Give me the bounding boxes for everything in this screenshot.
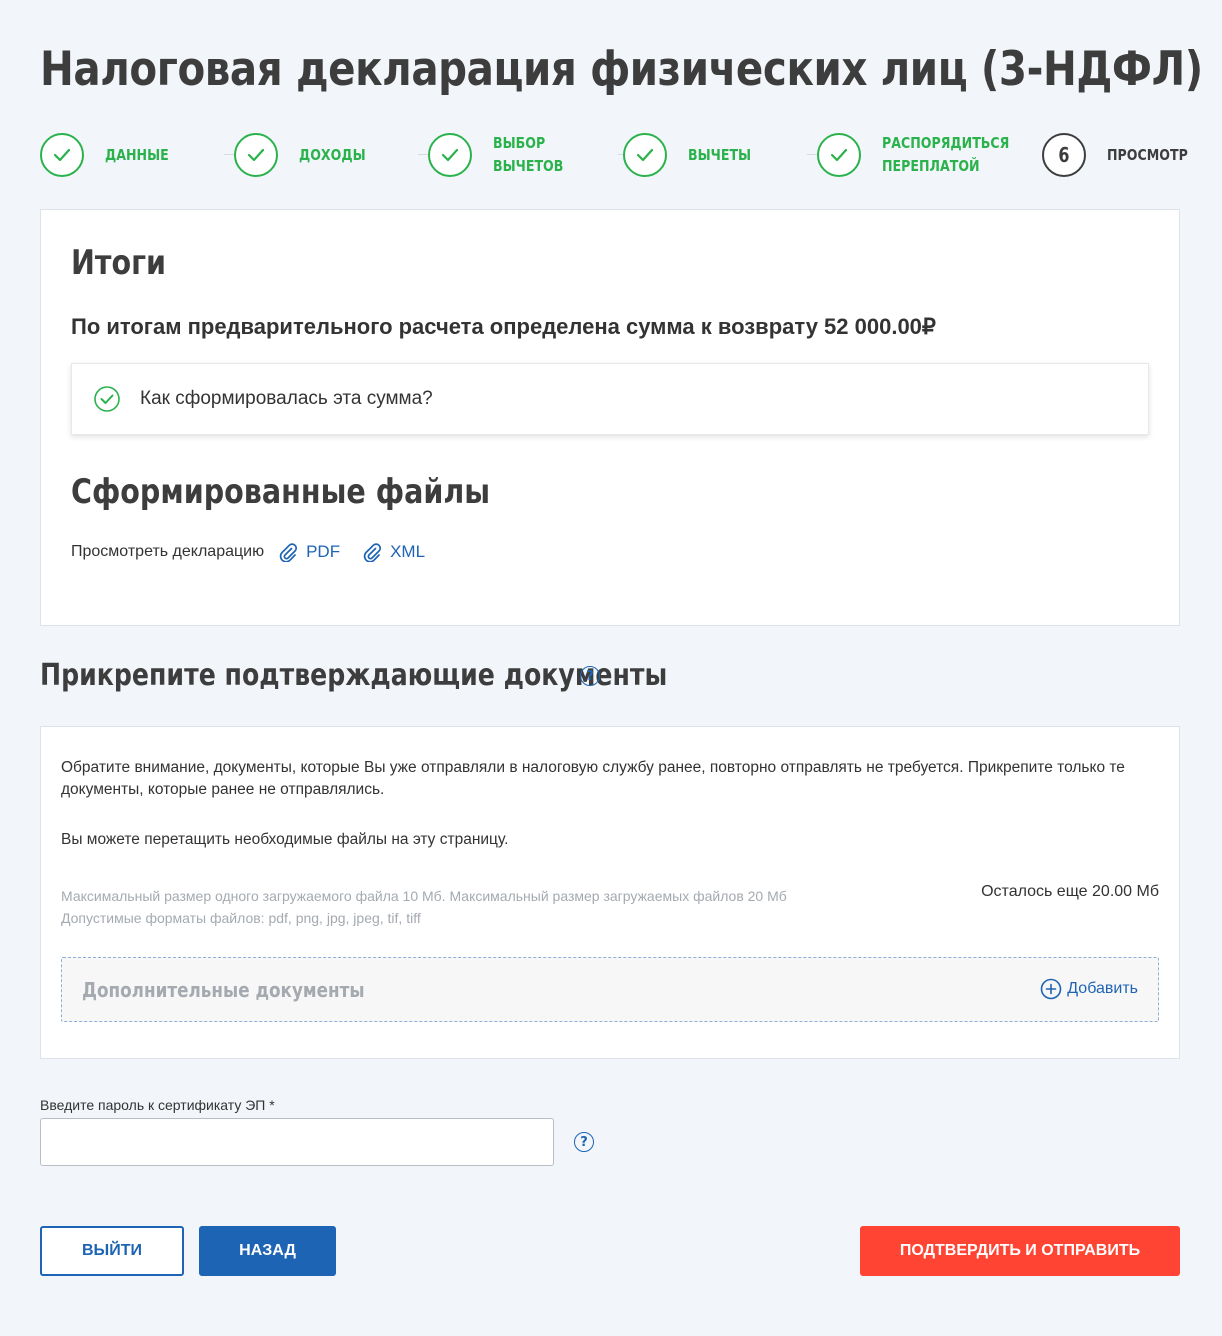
refund-summary: По итогам предварительного расчета опред… (71, 314, 936, 339)
step-number-badge: 6 (1042, 133, 1086, 177)
step-label: Просмотр (1107, 145, 1188, 164)
back-button[interactable]: Назад (199, 1226, 336, 1276)
summary-title: Итоги (71, 243, 167, 283)
page-title: Налоговая декларация физических лиц (3-Н… (40, 42, 1203, 97)
add-label: Добавить (1067, 980, 1138, 997)
add-document-button[interactable]: Добавить (1040, 978, 1138, 1000)
plus-circle-icon (1040, 978, 1062, 1000)
remaining-space: Осталось еще 20.00 Мб (981, 883, 1159, 900)
limit-formats-text: Допустимые форматы файлов: pdf, png, jpg… (61, 910, 421, 926)
attach-notice: Обратите внимание, документы, которые Вы… (61, 759, 1125, 798)
step-number: 6 (1058, 143, 1070, 167)
question-circle-icon[interactable]: ? (580, 666, 600, 686)
attach-card: Обратите внимание, документы, которые Вы… (40, 726, 1180, 1059)
step-income[interactable]: Доходы (234, 130, 419, 180)
certificate-password-input[interactable] (40, 1118, 554, 1166)
xml-link[interactable]: XML (362, 542, 425, 562)
accordion-label: Как сформировалась эта сумма? (140, 388, 433, 409)
check-circle-icon (94, 386, 120, 412)
xml-link-label: XML (390, 542, 426, 561)
step-label: Вычеты (688, 145, 752, 164)
question-circle-icon[interactable]: ? (574, 1132, 594, 1152)
paperclip-icon (363, 543, 382, 562)
step-label: Доходы (299, 145, 366, 164)
pdf-link[interactable]: PDF (278, 542, 340, 562)
check-icon (428, 133, 472, 177)
drag-hint: Вы можете перетащить необходимые файлы н… (61, 831, 509, 848)
step-deductions[interactable]: Вычеты (623, 130, 808, 180)
step-overpayment[interactable]: Распорядиться переплатой (817, 130, 1032, 180)
limit-size-text: Максимальный размер одного загружаемого … (61, 888, 787, 904)
step-label: Выбор вычетов (493, 134, 564, 175)
attach-title: Прикрепите подтверждающие документы (40, 658, 668, 693)
view-declaration-label: Просмотреть декларацию (71, 543, 265, 560)
additional-documents-dropzone[interactable]: Дополнительные документы Добавить (61, 957, 1159, 1022)
step-label: Данные (105, 145, 169, 164)
files-row: Просмотреть декларацию PDF XML (71, 542, 425, 562)
paperclip-icon (279, 543, 298, 562)
step-data[interactable]: Данные (40, 130, 225, 180)
amount-explanation-accordion[interactable]: Как сформировалась эта сумма? (71, 363, 1149, 435)
exit-button[interactable]: Выйти (40, 1226, 184, 1276)
check-icon (623, 133, 667, 177)
files-title: Сформированные файлы (71, 472, 491, 512)
check-icon (40, 133, 84, 177)
check-icon (234, 133, 278, 177)
dropzone-label: Дополнительные документы (82, 978, 365, 1002)
step-choose-deductions[interactable]: Выбор вычетов (428, 130, 573, 180)
summary-card: Итоги По итогам предварительного расчета… (40, 209, 1180, 626)
confirm-submit-button[interactable]: Подтвердить и отправить (860, 1226, 1180, 1276)
password-label: Введите пароль к сертификату ЭП * (40, 1097, 275, 1113)
check-icon (817, 133, 861, 177)
file-limits: Максимальный размер одного загружаемого … (61, 885, 787, 929)
pdf-link-label: PDF (306, 542, 341, 561)
step-preview[interactable]: 6 Просмотр (1042, 130, 1197, 180)
step-label: Распорядиться переплатой (882, 134, 1010, 175)
stepper: Данные Доходы Выбор вычетов Вычеты Распо… (40, 130, 1188, 180)
